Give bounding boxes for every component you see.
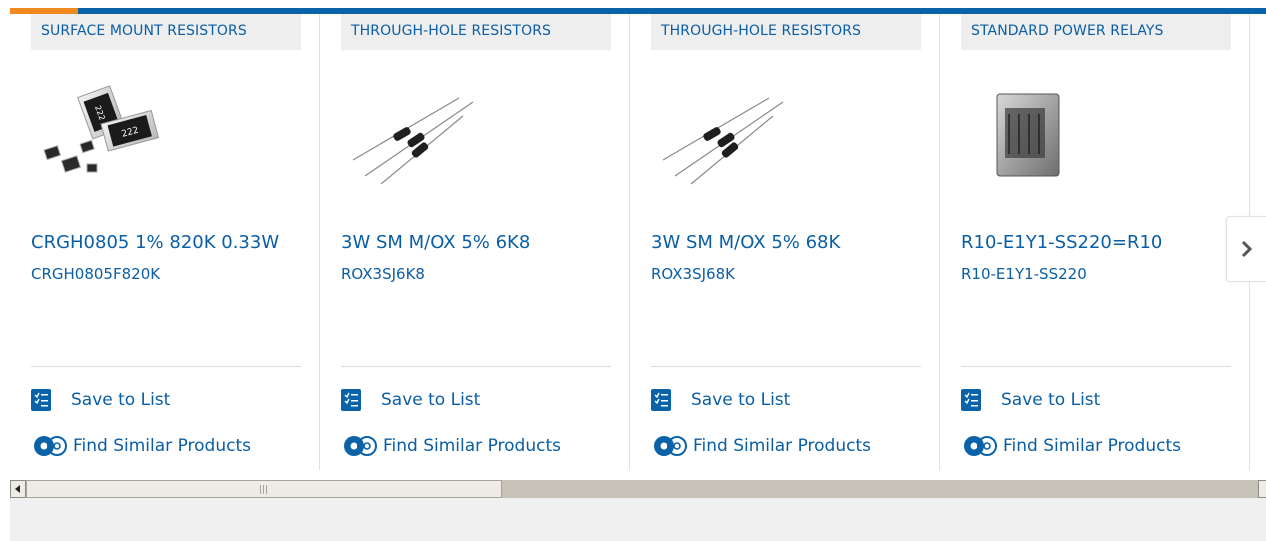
chip-resistors-image[interactable]: 222 222 xyxy=(31,80,191,190)
category-label[interactable]: THROUGH-HOLE RESISTORS xyxy=(341,14,611,50)
find-similar-label: Find Similar Products xyxy=(693,436,871,456)
horizontal-scrollbar[interactable] xyxy=(10,480,1266,498)
product-name-link[interactable]: R10-E1Y1-SS220=R10 xyxy=(961,232,1162,253)
divider xyxy=(341,366,611,367)
product-name-link[interactable]: 3W SM M/OX 5% 68K xyxy=(651,232,840,253)
find-similar-label: Find Similar Products xyxy=(73,436,251,456)
part-number-link[interactable]: ROX3SJ6K8 xyxy=(341,265,425,283)
thumb-grip xyxy=(260,484,268,494)
divider xyxy=(31,366,301,367)
divider xyxy=(961,366,1231,367)
part-number-link[interactable]: R10-E1Y1-SS220 xyxy=(961,265,1087,283)
carousel-next-button[interactable] xyxy=(1226,216,1266,282)
find-similar-button[interactable]: Find Similar Products xyxy=(31,432,251,460)
save-to-list-label: Save to List xyxy=(381,390,481,410)
find-similar-label: Find Similar Products xyxy=(383,436,561,456)
save-to-list-label: Save to List xyxy=(691,390,791,410)
save-to-list-button[interactable]: Save to List xyxy=(341,386,480,414)
category-label[interactable]: SURFACE MOUNT RESISTORS xyxy=(31,14,301,50)
product-carousel: SURFACE MOUNT RESISTORS 222 222 CRGH0805… xyxy=(10,14,1266,470)
checklist-icon xyxy=(31,389,51,411)
part-number-link[interactable]: CRGH0805F820K xyxy=(31,265,160,283)
checklist-icon xyxy=(961,389,981,411)
find-similar-button[interactable]: Find Similar Products xyxy=(651,432,871,460)
scrollbar-thumb[interactable] xyxy=(26,480,502,498)
checklist-icon xyxy=(651,389,671,411)
product-card: THROUGH-HOLE RESISTORS 3W SM M/OX 5% 68K… xyxy=(630,14,940,470)
save-to-list-label: Save to List xyxy=(1001,390,1101,410)
gears-icon xyxy=(34,436,67,456)
gears-icon xyxy=(964,436,997,456)
chevron-right-icon xyxy=(1241,240,1252,258)
arrow-left-icon xyxy=(15,485,20,493)
product-card: THROUGH-HOLE RESISTORS 3W SM M/OX 5% 6K8… xyxy=(320,14,630,470)
find-similar-button[interactable]: Find Similar Products xyxy=(341,432,561,460)
save-to-list-button[interactable]: Save to List xyxy=(651,386,790,414)
checklist-icon xyxy=(341,389,361,411)
save-to-list-label: Save to List xyxy=(71,390,171,410)
gears-icon xyxy=(654,436,687,456)
find-similar-button[interactable]: Find Similar Products xyxy=(961,432,1181,460)
category-label[interactable]: THROUGH-HOLE RESISTORS xyxy=(651,14,921,50)
relay-image[interactable] xyxy=(961,80,1121,190)
axial-resistors-image[interactable] xyxy=(341,80,501,190)
scroll-left-button[interactable] xyxy=(10,480,26,498)
save-to-list-button[interactable]: Save to List xyxy=(31,386,170,414)
product-card: STANDARD POWER RELAYS R10-E1Y1-SS220=R10… xyxy=(940,14,1250,470)
page-edge xyxy=(0,0,10,541)
gears-icon xyxy=(344,436,377,456)
footer-area xyxy=(10,498,1266,541)
product-name-link[interactable]: 3W SM M/OX 5% 6K8 xyxy=(341,232,530,253)
axial-resistors-image[interactable] xyxy=(651,80,811,190)
product-card: SURFACE MOUNT RESISTORS 222 222 CRGH0805… xyxy=(10,14,320,470)
category-label[interactable]: STANDARD POWER RELAYS xyxy=(961,14,1231,50)
find-similar-label: Find Similar Products xyxy=(1003,436,1181,456)
product-name-link[interactable]: CRGH0805 1% 820K 0.33W xyxy=(31,232,279,253)
divider xyxy=(651,366,921,367)
save-to-list-button[interactable]: Save to List xyxy=(961,386,1100,414)
scroll-right-button[interactable] xyxy=(1258,480,1266,498)
part-number-link[interactable]: ROX3SJ68K xyxy=(651,265,735,283)
